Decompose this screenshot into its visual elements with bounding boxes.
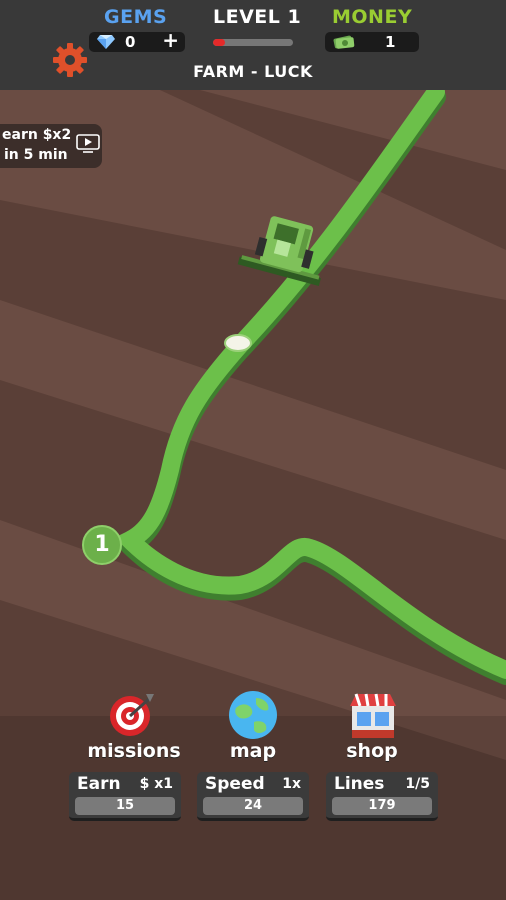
map-button[interactable]: map bbox=[193, 690, 313, 770]
gear-icon[interactable] bbox=[52, 42, 88, 78]
earn-name: Earn bbox=[77, 774, 121, 794]
level-progress-fill bbox=[213, 39, 225, 46]
store-icon bbox=[350, 693, 396, 738]
earn-upgrade-button[interactable]: Earn $ x1 15 bbox=[69, 772, 181, 821]
earn-x2-promo-button[interactable]: earn $x2 in 5 min bbox=[0, 124, 102, 168]
promo-line-1: earn $x2 bbox=[2, 127, 72, 143]
level-label: LEVEL 1 bbox=[213, 6, 302, 28]
target-icon bbox=[110, 694, 154, 736]
money-value: 1 bbox=[385, 33, 396, 51]
checkpoint-badge: 1 bbox=[82, 525, 122, 565]
lines-cost: 179 bbox=[332, 797, 432, 815]
cash-icon bbox=[333, 35, 355, 49]
lines-upgrade-button[interactable]: Lines 1/5 179 bbox=[326, 772, 438, 821]
level-progress-bar bbox=[213, 39, 293, 46]
gems-value: 0 bbox=[125, 33, 136, 51]
globe-icon bbox=[229, 691, 277, 739]
map-label: map bbox=[229, 740, 277, 762]
money-label: MONEY bbox=[332, 6, 413, 28]
diamond-icon bbox=[97, 35, 115, 49]
missions-button[interactable]: missions bbox=[74, 690, 194, 770]
video-ad-icon bbox=[76, 134, 100, 153]
checkpoint-number: 1 bbox=[94, 532, 110, 557]
path-marker bbox=[224, 334, 252, 352]
gems-counter: 0 + bbox=[89, 30, 185, 52]
add-gems-button[interactable]: + bbox=[162, 30, 179, 50]
shop-label: shop bbox=[346, 740, 398, 762]
earn-multiplier: $ x1 bbox=[139, 776, 173, 792]
missions-label: missions bbox=[87, 740, 181, 762]
shop-button[interactable]: shop bbox=[312, 690, 432, 770]
gems-label: GEMS bbox=[104, 6, 168, 28]
speed-upgrade-button[interactable]: Speed 1x 24 bbox=[197, 772, 309, 821]
speed-multiplier: 1x bbox=[282, 776, 301, 792]
lines-name: Lines bbox=[334, 774, 385, 794]
speed-cost: 24 bbox=[203, 797, 303, 815]
promo-line-2: in 5 min bbox=[4, 147, 68, 163]
money-counter: 1 bbox=[325, 32, 419, 52]
speed-name: Speed bbox=[205, 774, 265, 794]
lines-count: 1/5 bbox=[405, 776, 430, 792]
earn-cost: 15 bbox=[75, 797, 175, 815]
